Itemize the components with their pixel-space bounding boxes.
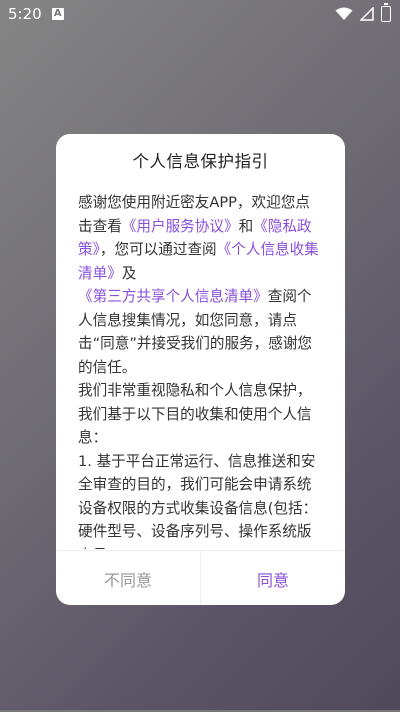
privacy-dialog: 个人信息保护指引 感谢您使用附近密友APP，欢迎您点击查看《用户服务协议》和《隐… xyxy=(56,134,345,605)
wifi-icon xyxy=(335,7,353,20)
agree-button[interactable]: 同意 xyxy=(200,551,345,605)
notification-icon: A xyxy=(51,8,64,20)
intro-text: ，您可以通过查阅 xyxy=(99,241,217,258)
item-1-paragraph: 1. 基于平台正常运行、信息推送和安全审查的目的，我们可能会申请系统设备权限的方… xyxy=(78,452,318,550)
battery-icon xyxy=(381,3,391,22)
policy-link[interactable]: 《用户服务协议》 xyxy=(122,218,239,235)
status-bar: 5:20 A xyxy=(0,0,400,28)
dialog-footer: 不同意 同意 xyxy=(56,550,345,605)
collection-purpose-paragraph: 我们非常重视隐私和个人信息保护，我们基于以下目的收集和使用个人信息： xyxy=(78,382,312,446)
dialog-title: 个人信息保护指引 xyxy=(132,152,269,171)
disagree-button[interactable]: 不同意 xyxy=(56,551,200,605)
dialog-body[interactable]: 感谢您使用附近密友APP，欢迎您点击查看《用户服务协议》和《隐私政策》，您可以通… xyxy=(78,191,324,549)
policy-link[interactable]: 《第三方共享个人信息清单》 xyxy=(78,288,268,305)
intro-text: 和 xyxy=(238,217,254,235)
intro-paragraph: 感谢您使用附近密友APP，欢迎您点击查看《用户服务协议》和《隐私政策》，您可以通… xyxy=(78,191,324,379)
intro-text: 及 xyxy=(121,264,137,282)
signal-icon xyxy=(360,7,374,21)
status-time: 5:20 xyxy=(8,5,42,23)
